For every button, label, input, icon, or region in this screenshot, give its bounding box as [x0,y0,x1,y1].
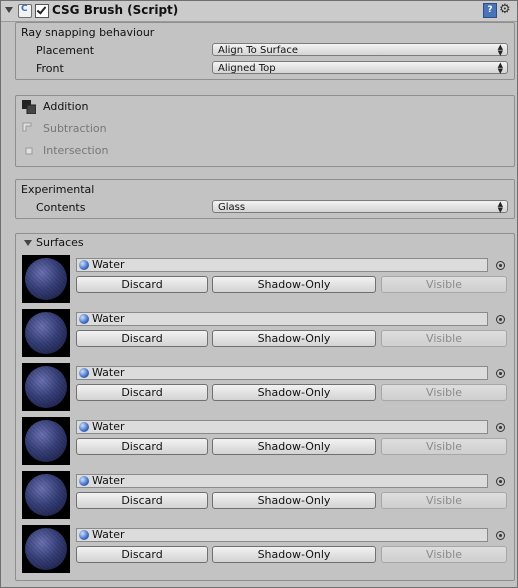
shadow-only-button[interactable]: Shadow-Only [212,276,376,293]
front-label: Front [36,62,64,75]
object-picker-icon[interactable] [496,261,505,270]
material-field[interactable]: Water [76,366,488,380]
discard-button[interactable]: Discard [76,330,208,347]
material-sphere-icon [79,476,89,486]
material-preview [22,417,70,465]
discard-button[interactable]: Discard [76,276,208,293]
help-icon[interactable]: ? [483,3,497,18]
subtraction-icon [22,122,32,132]
material-sphere-icon [79,368,89,378]
material-sphere-icon [79,530,89,540]
visible-button[interactable]: Visible [381,330,507,347]
ray-snapping-heading: Ray snapping behaviour [21,26,155,39]
material-sphere-icon [79,260,89,270]
material-sphere [25,528,67,570]
material-sphere-icon [79,314,89,324]
material-name: Water [92,258,125,271]
visible-button[interactable]: Visible [381,438,507,455]
surfaces-heading: Surfaces [36,236,84,249]
addition-label: Addition [43,100,89,113]
material-sphere [25,258,67,300]
material-preview [22,255,70,303]
chevron-updown-icon: ▲ ▼ [497,61,503,75]
placement-value: Align To Surface [218,45,299,56]
gear-icon[interactable]: ⚙ [499,2,511,17]
shadow-only-button[interactable]: Shadow-Only [212,492,376,509]
material-field[interactable]: Water [76,420,488,434]
shadow-only-button[interactable]: Shadow-Only [212,384,376,401]
discard-button[interactable]: Discard [76,492,208,509]
material-name: Water [92,312,125,325]
material-preview [22,525,70,573]
material-name: Water [92,474,125,487]
foldout-arrow-icon[interactable] [24,240,32,246]
object-picker-icon[interactable] [496,423,505,432]
experimental-heading: Experimental [21,183,95,196]
material-sphere [25,420,67,462]
inspector-panel: CSG Brush (Script) ? ⚙ Ray snapping beha… [0,0,518,588]
contents-dropdown[interactable]: Glass ▲ ▼ [212,200,508,214]
object-picker-icon[interactable] [496,531,505,540]
shadow-only-button[interactable]: Shadow-Only [212,546,376,563]
object-picker-icon[interactable] [496,477,505,486]
intersection-icon [25,147,33,155]
visible-button[interactable]: Visible [381,492,507,509]
ray-snapping-section: Ray snapping behaviour Placement Align T… [15,22,515,80]
material-field[interactable]: Water [76,528,488,542]
material-sphere [25,312,67,354]
subtraction-label: Subtraction [43,122,107,135]
placement-dropdown[interactable]: Align To Surface ▲ ▼ [212,43,508,57]
component-header: CSG Brush (Script) ? ⚙ [1,1,517,22]
enabled-checkbox[interactable] [35,4,49,18]
material-field[interactable]: Water [76,474,488,488]
object-picker-icon[interactable] [496,315,505,324]
material-preview [22,363,70,411]
discard-button[interactable]: Discard [76,384,208,401]
material-name: Water [92,528,125,541]
contents-label: Contents [36,201,86,214]
shadow-only-button[interactable]: Shadow-Only [212,438,376,455]
shadow-only-button[interactable]: Shadow-Only [212,330,376,347]
visible-button[interactable]: Visible [381,546,507,563]
placement-label: Placement [36,44,95,57]
material-sphere-icon [79,422,89,432]
component-title: CSG Brush (Script) [52,3,179,17]
front-dropdown[interactable]: Aligned Top ▲ ▼ [212,61,508,75]
script-icon [18,4,32,18]
intersection-label: Intersection [43,144,109,157]
foldout-arrow-icon[interactable] [5,7,13,13]
contents-value: Glass [218,202,246,213]
discard-button[interactable]: Discard [76,546,208,563]
material-name: Water [92,366,125,379]
material-sphere [25,474,67,516]
material-name: Water [92,420,125,433]
material-preview [22,309,70,357]
surfaces-section: Surfaces Water Discard Shadow-Only Visib… [15,233,515,581]
material-preview [22,471,70,519]
chevron-updown-icon: ▲ ▼ [497,200,503,214]
object-picker-icon[interactable] [496,369,505,378]
visible-button[interactable]: Visible [381,384,507,401]
chevron-updown-icon: ▲ ▼ [497,43,503,57]
material-sphere [25,366,67,408]
operation-section: Addition Subtraction Intersection [15,95,515,167]
front-value: Aligned Top [218,63,276,74]
material-field[interactable]: Water [76,312,488,326]
discard-button[interactable]: Discard [76,438,208,455]
visible-button[interactable]: Visible [381,276,507,293]
addition-icon [22,100,36,114]
material-field[interactable]: Water [76,258,488,272]
experimental-section: Experimental Contents Glass ▲ ▼ [15,179,515,219]
